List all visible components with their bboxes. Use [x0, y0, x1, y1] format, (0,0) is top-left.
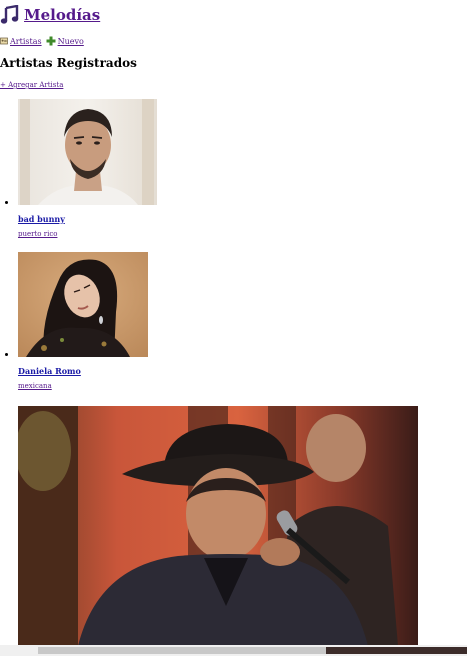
- artist-photo-performer: [18, 406, 418, 646]
- add-artist-link[interactable]: + Agregar Artista: [0, 81, 63, 89]
- list-bullet: [5, 353, 8, 356]
- plus-icon: [46, 36, 56, 46]
- page-title: Artistas Registrados: [0, 56, 137, 70]
- top-nav: Artistas Nuevo: [0, 36, 84, 46]
- artist-name-link[interactable]: Daniela Romo: [18, 366, 467, 376]
- brand: Melodías: [0, 5, 100, 25]
- nav-new-link[interactable]: Nuevo: [46, 36, 84, 46]
- artist-photo-daniela-romo: [18, 252, 148, 357]
- music-note-icon: [0, 5, 19, 24]
- scrollbar-thumb[interactable]: [38, 647, 326, 654]
- horizontal-scrollbar[interactable]: [0, 645, 467, 656]
- artist-photo: [18, 252, 148, 357]
- artist-photo-bad-bunny: [18, 99, 157, 205]
- nav-artists-link[interactable]: Artistas: [0, 37, 42, 46]
- artist-photo: [18, 99, 157, 205]
- artist-photo: [18, 406, 418, 646]
- list-item: bad bunny puerto rico: [0, 99, 467, 252]
- artist-origin-link[interactable]: puerto rico: [18, 230, 467, 238]
- artist-origin-link[interactable]: mexicana: [18, 382, 467, 390]
- nav-artists-label: Artistas: [10, 36, 42, 46]
- artist-list: bad bunny puerto rico Daniela Romo mexic…: [0, 99, 467, 646]
- scrollbar-track-end: [326, 647, 467, 654]
- nav-new-label: Nuevo: [57, 36, 84, 46]
- list-bullet: [5, 201, 8, 204]
- artist-name-link[interactable]: bad bunny: [18, 214, 467, 224]
- contact-card-icon: [0, 37, 8, 45]
- list-item: [0, 406, 467, 646]
- brand-link[interactable]: Melodías: [24, 6, 100, 24]
- list-item: Daniela Romo mexicana: [0, 252, 467, 406]
